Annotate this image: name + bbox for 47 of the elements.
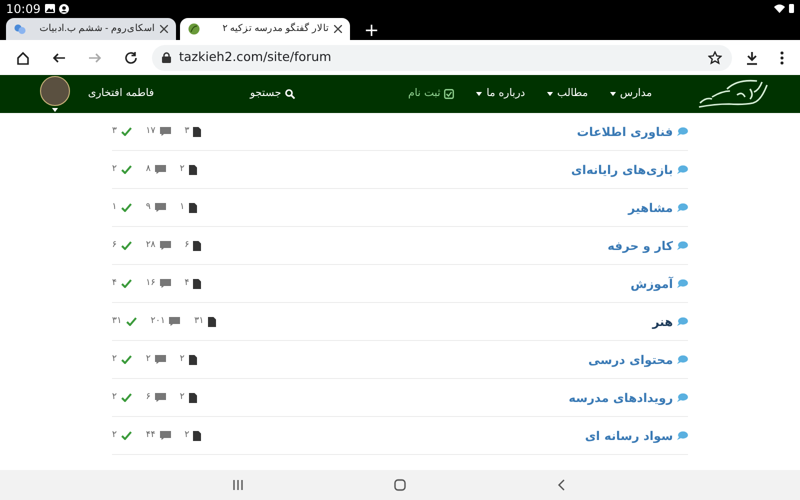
count-text: ۳۱ xyxy=(112,314,122,328)
count-text: ۳ xyxy=(184,124,190,138)
count-text: ۲ xyxy=(180,352,185,366)
count-text: ۶ xyxy=(146,390,151,404)
count-text: ۱ xyxy=(180,200,185,214)
count-text: ۸ xyxy=(146,162,151,176)
count-text: ۲ xyxy=(146,352,151,366)
clock-time: 10:09 xyxy=(6,0,41,18)
forum-link[interactable]: فناوری اطلاعات xyxy=(576,122,673,140)
count-text: ۲ xyxy=(112,390,117,404)
forum-link[interactable]: هنر xyxy=(652,312,673,330)
browser-tab[interactable]: اسکای‌روم - ششم ب.ادبیات xyxy=(6,18,176,40)
count-text: ۲۰۱ xyxy=(150,314,166,328)
count-text: ۴ xyxy=(184,276,190,290)
nav-link[interactable]: ثبت نام xyxy=(404,84,458,104)
address-bar[interactable]: tazkieh2.com/site/forum xyxy=(152,44,732,70)
nav-link[interactable]: مدارس xyxy=(606,84,656,104)
forum-link[interactable]: محتوای درسی xyxy=(588,350,673,368)
browser-tab[interactable]: تالار گفتگو مدرسه تزکیه ۲ xyxy=(180,18,350,40)
forum-link[interactable]: بازی‌های رایانه‌ای xyxy=(571,160,673,178)
nav-link[interactable]: مطالب xyxy=(543,84,592,104)
count-text: ۲ xyxy=(112,352,117,366)
forum-link[interactable]: سواد رسانه ای xyxy=(584,426,673,444)
count-text: ۶ xyxy=(112,238,117,252)
count-text: ۳ xyxy=(112,124,117,138)
count-text: ۴۴ xyxy=(146,428,156,442)
count-text: ۳۱ xyxy=(194,314,204,328)
count-text: ۲ xyxy=(112,162,117,176)
forum-link[interactable]: کار و حرفه xyxy=(608,236,673,254)
forum-link[interactable]: رویدادهای مدرسه xyxy=(568,388,673,406)
count-text: ۴ xyxy=(112,276,117,290)
search-link[interactable]: جستجو xyxy=(246,84,300,104)
forum-link[interactable]: آموزش xyxy=(630,274,673,292)
count-text: ۶ xyxy=(184,238,190,252)
count-text: ۹ xyxy=(146,200,151,214)
count-text: ۲ xyxy=(180,162,185,176)
count-text: ۲ xyxy=(184,428,190,442)
forum-link[interactable]: مشاهیر xyxy=(628,198,673,216)
count-text: ۱ xyxy=(112,200,117,214)
nav-link[interactable]: درباره ما xyxy=(472,84,530,104)
count-text: ۱۷ xyxy=(146,124,156,138)
count-text: ۲۸ xyxy=(146,238,156,252)
user-name[interactable]: فاطمه افتخاری xyxy=(84,84,158,104)
count-text: ۲ xyxy=(112,428,117,442)
count-text: ۲ xyxy=(180,390,185,404)
new-tab-button[interactable]: + xyxy=(354,22,390,40)
count-text: ۱۶ xyxy=(146,276,156,290)
